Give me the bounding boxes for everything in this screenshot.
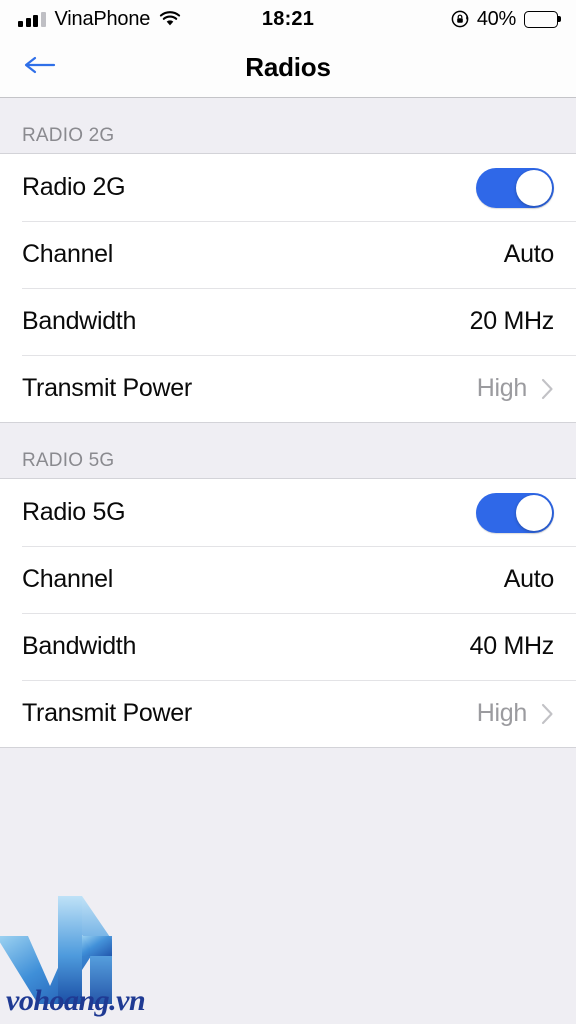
row-value: High	[476, 699, 528, 727]
watermark-text: vohoang.vn	[6, 984, 146, 1017]
status-bar-right: 40%	[451, 8, 558, 31]
row-radio-2g[interactable]: Radio 2G	[0, 154, 576, 221]
row-accessory: High	[477, 699, 554, 728]
row-accessory: 20 MHz	[469, 307, 555, 336]
row-value: Auto	[503, 565, 555, 593]
row-label: Transmit Power	[22, 374, 192, 402]
settings-content: RADIO 2G Radio 2G Channel Auto Bandwidth	[0, 98, 576, 1024]
row-accessory	[476, 492, 554, 533]
chevron-right-icon	[541, 378, 554, 400]
back-arrow-icon	[23, 53, 57, 82]
section-header-radio-5g: RADIO 5G	[0, 423, 576, 478]
row-label: Radio 5G	[22, 498, 126, 526]
row-radio-5g[interactable]: Radio 5G	[0, 479, 576, 546]
status-bar: VinaPhone 18:21 40%	[0, 0, 576, 38]
toggle-knob	[516, 494, 552, 531]
row-accessory: High	[477, 374, 554, 403]
battery-percent-label: 40%	[476, 7, 516, 30]
chevron-right-icon	[541, 703, 554, 725]
row-label: Transmit Power	[22, 699, 192, 727]
radio-2g-toggle[interactable]	[476, 167, 554, 208]
row-accessory: Auto	[503, 565, 555, 594]
page-title: Radios	[245, 52, 331, 82]
settings-group-radio-5g: Radio 5G Channel Auto Bandwidth 40 MHz T…	[0, 478, 576, 748]
radio-5g-toggle[interactable]	[476, 492, 554, 533]
footer-area: vohoang.vn	[0, 748, 576, 1024]
row-transmit-power-2g[interactable]: Transmit Power High	[0, 355, 576, 422]
rotation-lock-icon	[451, 10, 469, 28]
row-channel-5g[interactable]: Channel Auto	[0, 546, 576, 613]
row-accessory	[476, 167, 554, 208]
row-value: Auto	[503, 240, 555, 268]
row-label: Bandwidth	[22, 307, 137, 335]
row-value: 20 MHz	[469, 307, 555, 335]
row-accessory: 40 MHz	[469, 632, 555, 661]
phone-screen: VinaPhone 18:21 40% Radios RADIO 2G Radi…	[0, 0, 576, 1024]
battery-icon	[524, 10, 558, 28]
settings-group-radio-2g: Radio 2G Channel Auto Bandwidth 20 MHz T…	[0, 153, 576, 423]
row-label: Channel	[22, 240, 114, 268]
row-bandwidth-5g[interactable]: Bandwidth 40 MHz	[0, 613, 576, 680]
toggle-knob	[516, 169, 552, 206]
row-label: Radio 2G	[22, 173, 126, 201]
back-button[interactable]	[16, 48, 64, 88]
row-value: High	[476, 374, 528, 402]
section-header-radio-2g: RADIO 2G	[0, 98, 576, 153]
navigation-bar: Radios	[0, 38, 576, 98]
row-label: Channel	[22, 565, 114, 593]
row-bandwidth-2g[interactable]: Bandwidth 20 MHz	[0, 288, 576, 355]
row-label: Bandwidth	[22, 632, 137, 660]
row-accessory: Auto	[503, 240, 555, 269]
row-transmit-power-5g[interactable]: Transmit Power High	[0, 680, 576, 747]
row-channel-2g[interactable]: Channel Auto	[0, 221, 576, 288]
row-value: 40 MHz	[469, 632, 555, 660]
